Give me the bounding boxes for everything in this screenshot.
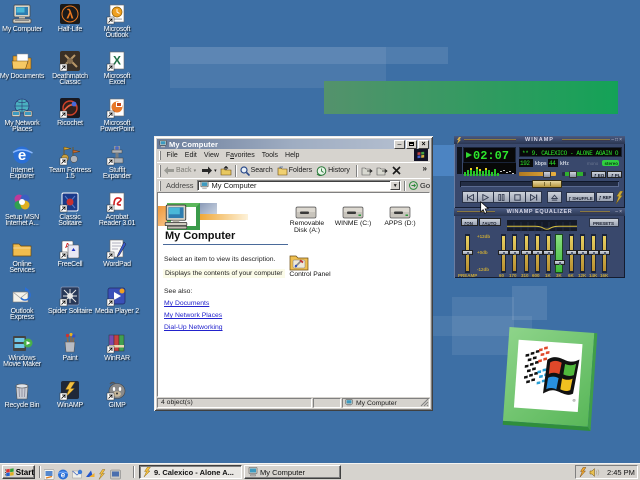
svg-text:λ: λ xyxy=(66,7,74,22)
svg-text:®: ® xyxy=(572,398,575,403)
